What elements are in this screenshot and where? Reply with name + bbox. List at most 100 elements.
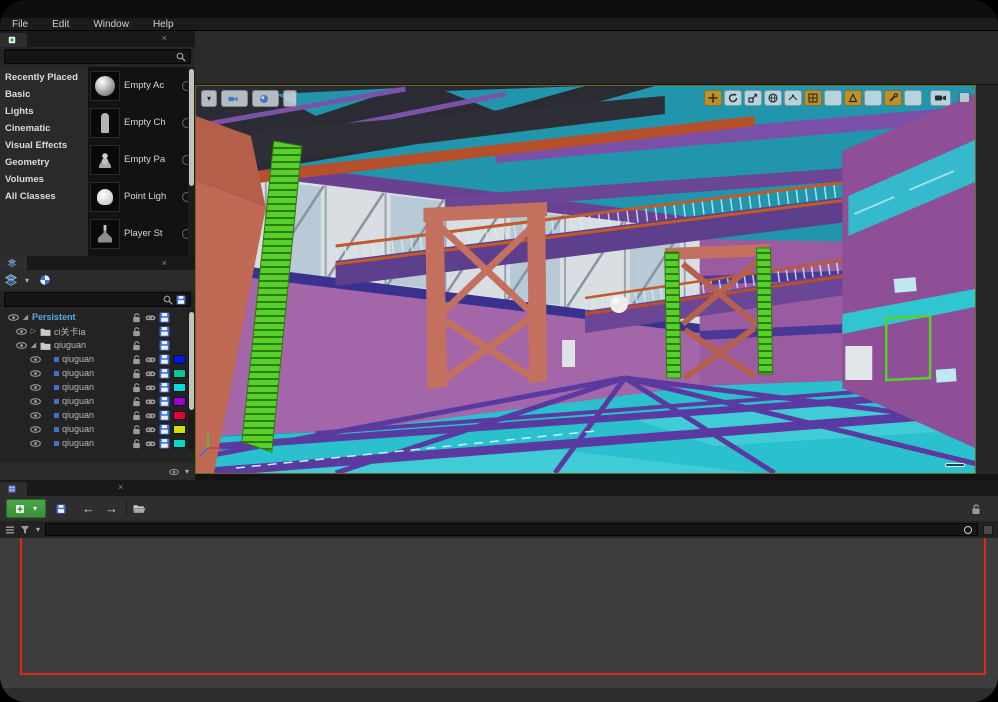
save-all-button[interactable]: [52, 499, 74, 518]
lock-icon[interactable]: [131, 396, 142, 407]
add-import-button[interactable]: ▾: [6, 499, 46, 518]
save-icon[interactable]: [159, 368, 170, 379]
category-item[interactable]: All Classes: [0, 188, 88, 205]
save-icon[interactable]: [159, 438, 170, 449]
lit-button[interactable]: [252, 90, 279, 107]
search-levels-input[interactable]: [4, 292, 191, 307]
close-icon[interactable]: ×: [118, 482, 123, 492]
level-row[interactable]: qiuguan: [0, 352, 195, 366]
rotate-tool-button[interactable]: [724, 90, 742, 106]
eye-icon[interactable]: [30, 396, 41, 407]
gamepad-icon[interactable]: [145, 424, 156, 435]
save-icon[interactable]: [159, 354, 170, 365]
tab-content-browser[interactable]: [0, 482, 27, 496]
level-color-chip[interactable]: [173, 439, 186, 448]
menu-item[interactable]: File: [0, 19, 40, 30]
level-row[interactable]: qiuguan: [0, 366, 195, 380]
gamepad-icon[interactable]: [145, 396, 156, 407]
toolbar-button[interactable]: ▾: [199, 31, 249, 84]
search-classes-input[interactable]: [4, 49, 191, 64]
viewport-3d-scene[interactable]: [196, 86, 975, 473]
eye-icon[interactable]: [30, 424, 41, 435]
eye-icon[interactable]: [30, 438, 41, 449]
save-icon[interactable]: [159, 326, 170, 337]
actor-list-item[interactable]: Empty Pa: [88, 141, 195, 178]
asset-grid[interactable]: [0, 538, 998, 688]
rotation-snap-toggle[interactable]: [844, 90, 862, 106]
grid-snap-toggle[interactable]: [804, 90, 822, 106]
close-icon[interactable]: ×: [162, 33, 167, 43]
world-local-toggle[interactable]: [764, 90, 782, 106]
eye-icon[interactable]: [30, 368, 41, 379]
category-item[interactable]: Volumes: [0, 171, 88, 188]
search-icon[interactable]: [163, 295, 173, 305]
perspective-button[interactable]: [221, 90, 248, 107]
save-icon[interactable]: [159, 382, 170, 393]
level-color-chip[interactable]: [173, 397, 186, 406]
level-row[interactable]: qiuguan: [0, 394, 195, 408]
move-tool-button[interactable]: [704, 90, 722, 106]
view-options-button[interactable]: ▾: [169, 467, 189, 477]
viewport[interactable]: ▾: [195, 85, 976, 474]
levels-scrollbar[interactable]: [188, 310, 195, 450]
category-item[interactable]: Recently Placed: [0, 69, 88, 86]
lock-icon[interactable]: [131, 312, 142, 323]
lock-icon[interactable]: [131, 326, 142, 337]
lock-icon[interactable]: [131, 438, 142, 449]
gamepad-icon[interactable]: [145, 312, 156, 323]
eye-icon[interactable]: [30, 410, 41, 421]
category-item[interactable]: Visual Effects: [0, 137, 88, 154]
gamepad-icon[interactable]: [145, 410, 156, 421]
scale-snap-value[interactable]: [904, 90, 922, 106]
sources-panel-icon[interactable]: [5, 525, 15, 535]
level-color-chip[interactable]: [173, 425, 186, 434]
level-row[interactable]: qiuguan: [0, 436, 195, 450]
camera-speed-button[interactable]: [930, 90, 951, 106]
lock-icon[interactable]: [131, 340, 142, 351]
search-assets-input[interactable]: [45, 523, 978, 536]
level-row[interactable]: qiuguan: [0, 380, 195, 394]
menu-item[interactable]: Edit: [40, 19, 81, 30]
maximize-viewport-button[interactable]: [959, 92, 970, 103]
gamepad-icon[interactable]: [145, 368, 156, 379]
lock-icon[interactable]: [131, 382, 142, 393]
level-row[interactable]: qiuguan: [0, 408, 195, 422]
save-icon[interactable]: [159, 312, 170, 323]
chevron-down-icon[interactable]: ▾: [25, 276, 29, 285]
lock-icon[interactable]: [970, 503, 982, 515]
close-icon[interactable]: ×: [162, 258, 167, 268]
current-level-badge[interactable]: [945, 463, 965, 467]
gamepad-icon[interactable]: [145, 438, 156, 449]
actor-list-item[interactable]: Point Ligh: [88, 178, 195, 215]
forward-arrow-icon[interactable]: →: [103, 501, 120, 516]
scale-snap-toggle[interactable]: [884, 90, 902, 106]
category-item[interactable]: Cinematic: [0, 120, 88, 137]
expand-arrow-icon[interactable]: ◢: [30, 341, 37, 349]
save-icon[interactable]: [159, 340, 170, 351]
level-color-chip[interactable]: [173, 383, 186, 392]
save-icon[interactable]: [159, 396, 170, 407]
rotation-snap-value[interactable]: [864, 90, 882, 106]
eye-icon[interactable]: [30, 382, 41, 393]
gamepad-icon[interactable]: [145, 382, 156, 393]
title-bar[interactable]: [0, 0, 998, 18]
level-color-chip[interactable]: [173, 369, 186, 378]
save-icon[interactable]: [159, 410, 170, 421]
level-row[interactable]: ▷ ci关卡ia: [0, 324, 195, 338]
level-row[interactable]: ◢ qiuguan: [0, 338, 195, 352]
grid-snap-value[interactable]: [824, 90, 842, 106]
place-actors-scrollbar[interactable]: [188, 67, 195, 256]
eye-icon[interactable]: [16, 340, 27, 351]
expand-arrow-icon[interactable]: ▷: [30, 327, 37, 335]
surface-snap-button[interactable]: [784, 90, 802, 106]
category-item[interactable]: Lights: [0, 103, 88, 120]
tab-levels[interactable]: [0, 256, 27, 270]
category-item[interactable]: Geometry: [0, 154, 88, 171]
save-icon[interactable]: [159, 424, 170, 435]
search-icon[interactable]: [176, 52, 186, 62]
lock-icon[interactable]: [131, 368, 142, 379]
eye-icon[interactable]: [8, 312, 19, 323]
level-row[interactable]: qiuguan: [0, 422, 195, 436]
gamepad-icon[interactable]: [145, 354, 156, 365]
eye-icon[interactable]: [16, 326, 27, 337]
